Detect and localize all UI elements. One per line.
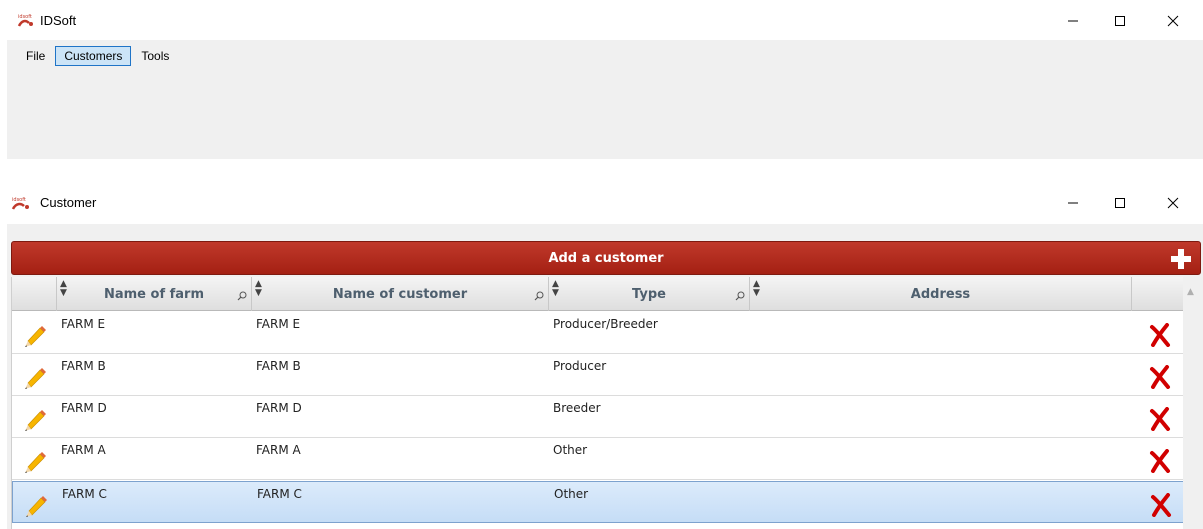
maximize-icon — [1115, 16, 1125, 26]
close-icon — [1167, 197, 1179, 209]
app-logo-icon: idsoft — [17, 14, 33, 27]
delete-x-icon[interactable] — [1149, 449, 1171, 473]
sort-icon[interactable]: ▲ ▼ — [753, 280, 760, 298]
cell-farm: FARM E — [61, 317, 106, 331]
customer-minimize-button[interactable] — [1050, 188, 1096, 218]
cell-farm: FARM C — [62, 487, 107, 501]
customer-maximize-button[interactable] — [1097, 188, 1143, 218]
grid-header: ▲ ▼ Name of farm ▲ ▼ Name of customer ▲ ▼ T… — [12, 277, 1184, 311]
add-customer-label: Add a customer — [548, 250, 664, 266]
header-edit-column — [12, 277, 57, 311]
app-logo-icon: idsoft — [11, 197, 29, 210]
cell-customer: FARM A — [256, 443, 301, 457]
main-maximize-button[interactable] — [1097, 6, 1143, 36]
delete-x-icon[interactable] — [1149, 323, 1171, 347]
filter-icon[interactable] — [237, 291, 247, 301]
cell-farm: FARM A — [61, 443, 106, 457]
sort-icon[interactable]: ▲ ▼ — [60, 280, 67, 298]
sort-icon[interactable]: ▲ ▼ — [255, 280, 262, 298]
filter-icon[interactable] — [735, 291, 745, 301]
main-close-button[interactable] — [1150, 6, 1196, 36]
customer-close-button[interactable] — [1150, 188, 1196, 218]
menu-item-customers[interactable]: Customers — [55, 46, 132, 66]
delete-x-icon[interactable] — [1149, 365, 1171, 389]
table-row[interactable]: FARM C FARM C Other — [12, 481, 1184, 523]
cell-type: Producer — [553, 359, 607, 373]
pencil-icon[interactable] — [22, 406, 48, 432]
cell-customer: FARM E — [256, 317, 301, 331]
customer-grid: ▲ ▼ Name of farm ▲ ▼ Name of customer ▲ ▼ T… — [11, 277, 1201, 529]
main-window: idsoft IDSoft File Customers Tools — [7, 0, 1203, 159]
pencil-icon[interactable] — [22, 448, 48, 474]
delete-x-icon[interactable] — [1149, 407, 1171, 431]
cell-type: Other — [554, 487, 589, 501]
cell-customer: FARM C — [257, 487, 302, 501]
cell-customer: FARM B — [256, 359, 301, 373]
minimize-icon — [1068, 20, 1078, 22]
header-address[interactable]: ▲ ▼ Address — [750, 277, 1132, 311]
column-label: Name of customer — [332, 286, 468, 302]
customer-titlebar: idsoft Customer — [7, 180, 1203, 224]
menu-bar: File Customers Tools — [7, 44, 1203, 68]
delete-x-icon[interactable] — [1150, 493, 1172, 517]
customer-window: idsoft Customer Add a customer ▲ ▼ Name o… — [7, 180, 1203, 529]
column-label: Name of farm — [103, 286, 205, 302]
add-customer-button[interactable]: Add a customer — [11, 241, 1201, 275]
pencil-icon[interactable] — [23, 492, 49, 518]
main-minimize-button[interactable] — [1050, 6, 1096, 36]
table-row[interactable]: FARM E FARM E Producer/Breeder — [12, 312, 1184, 354]
header-type[interactable]: ▲ ▼ Type — [549, 277, 750, 311]
svg-text:idsoft: idsoft — [18, 14, 32, 20]
cell-farm: FARM D — [61, 401, 107, 415]
cell-type: Producer/Breeder — [553, 317, 658, 331]
cell-type: Other — [553, 443, 588, 457]
filter-icon[interactable] — [534, 291, 544, 301]
sort-icon[interactable]: ▲ ▼ — [552, 280, 559, 298]
cell-type: Breeder — [553, 401, 601, 415]
cell-customer: FARM D — [256, 401, 302, 415]
main-window-title: IDSoft — [40, 13, 77, 28]
header-name-of-customer[interactable]: ▲ ▼ Name of customer — [252, 277, 549, 311]
pencil-icon[interactable] — [22, 364, 48, 390]
close-icon — [1167, 15, 1179, 27]
vertical-scrollbar[interactable]: ▲ — [1183, 277, 1201, 529]
pencil-icon[interactable] — [22, 322, 48, 348]
customer-window-title: Customer — [40, 195, 97, 210]
column-label: Address — [910, 286, 971, 302]
cell-farm: FARM B — [61, 359, 106, 373]
menu-item-tools[interactable]: Tools — [132, 46, 178, 66]
plus-icon — [1171, 249, 1191, 269]
table-row[interactable]: FARM D FARM D Breeder — [12, 396, 1184, 438]
maximize-icon — [1115, 198, 1125, 208]
menu-item-file[interactable]: File — [17, 46, 54, 66]
header-delete-column — [1132, 277, 1184, 311]
table-row[interactable]: FARM B FARM B Producer — [12, 354, 1184, 396]
svg-text:idsoft: idsoft — [12, 197, 26, 203]
main-titlebar: idsoft IDSoft — [7, 0, 1203, 40]
column-label: Type — [632, 286, 666, 302]
scroll-up-arrow-icon[interactable]: ▲ — [1187, 287, 1194, 297]
minimize-icon — [1068, 202, 1078, 204]
header-name-of-farm[interactable]: ▲ ▼ Name of farm — [57, 277, 252, 311]
table-row[interactable]: FARM A FARM A Other — [12, 438, 1184, 480]
